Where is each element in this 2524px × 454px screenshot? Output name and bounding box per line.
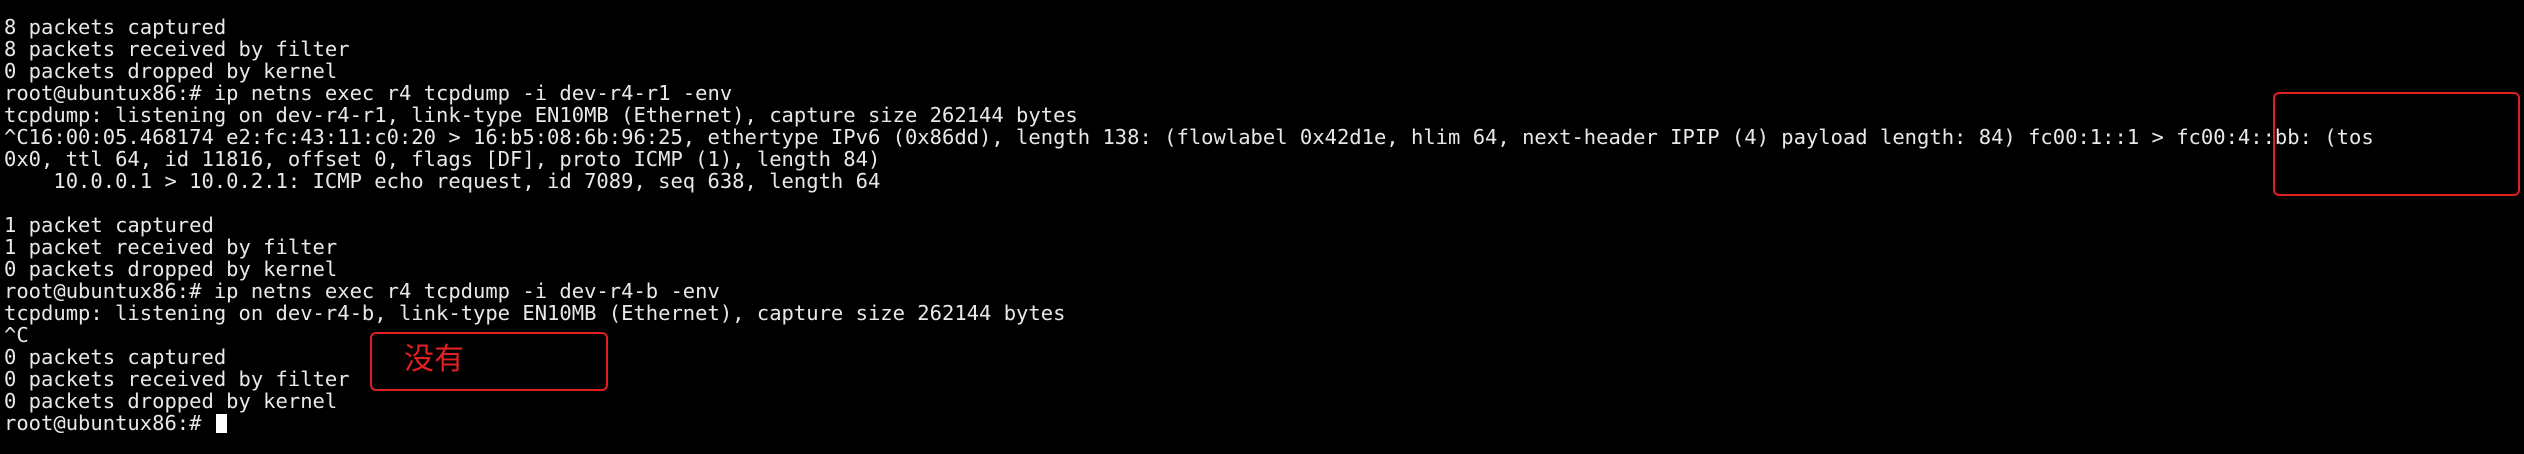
terminal-cursor [215, 414, 227, 433]
terminal-line: ^C16:00:05.468174 e2:fc:43:11:c0:20 > 16… [4, 125, 2374, 149]
terminal-line: 1 packet captured [4, 213, 214, 237]
terminal-window[interactable]: 8 packets captured 8 packets received by… [0, 0, 2524, 454]
terminal-line: ^C [4, 323, 29, 347]
terminal-line: 0 packets received by filter [4, 367, 350, 391]
annotation-label-none: 没有 [404, 342, 464, 377]
terminal-line: root@ubuntux86:# ip netns exec r4 tcpdum… [4, 279, 720, 303]
terminal-line: 0 packets captured [4, 345, 227, 369]
terminal-line: root@ubuntux86:# ip netns exec r4 tcpdum… [4, 81, 733, 105]
terminal-line: 0x0, ttl 64, id 11816, offset 0, flags [… [4, 147, 881, 171]
terminal-prompt: root@ubuntux86:# [4, 411, 214, 435]
terminal-line: 1 packet received by filter [4, 235, 338, 259]
terminal-line: 8 packets received by filter [4, 37, 350, 61]
terminal-line: tcpdump: listening on dev-r4-b, link-typ… [4, 301, 1066, 325]
terminal-line: 0 packets dropped by kernel [4, 257, 338, 281]
terminal-output: 8 packets captured 8 packets received by… [4, 16, 2374, 434]
terminal-prompt-line[interactable]: root@ubuntux86:# [4, 412, 2374, 434]
terminal-line: 8 packets captured [4, 15, 227, 39]
terminal-line: 0 packets dropped by kernel [4, 389, 338, 413]
terminal-line: tcpdump: listening on dev-r4-r1, link-ty… [4, 103, 1078, 127]
terminal-line: 0 packets dropped by kernel [4, 59, 338, 83]
annotation-box-destination [2273, 92, 2520, 196]
terminal-line: 10.0.0.1 > 10.0.2.1: ICMP echo request, … [4, 169, 881, 193]
